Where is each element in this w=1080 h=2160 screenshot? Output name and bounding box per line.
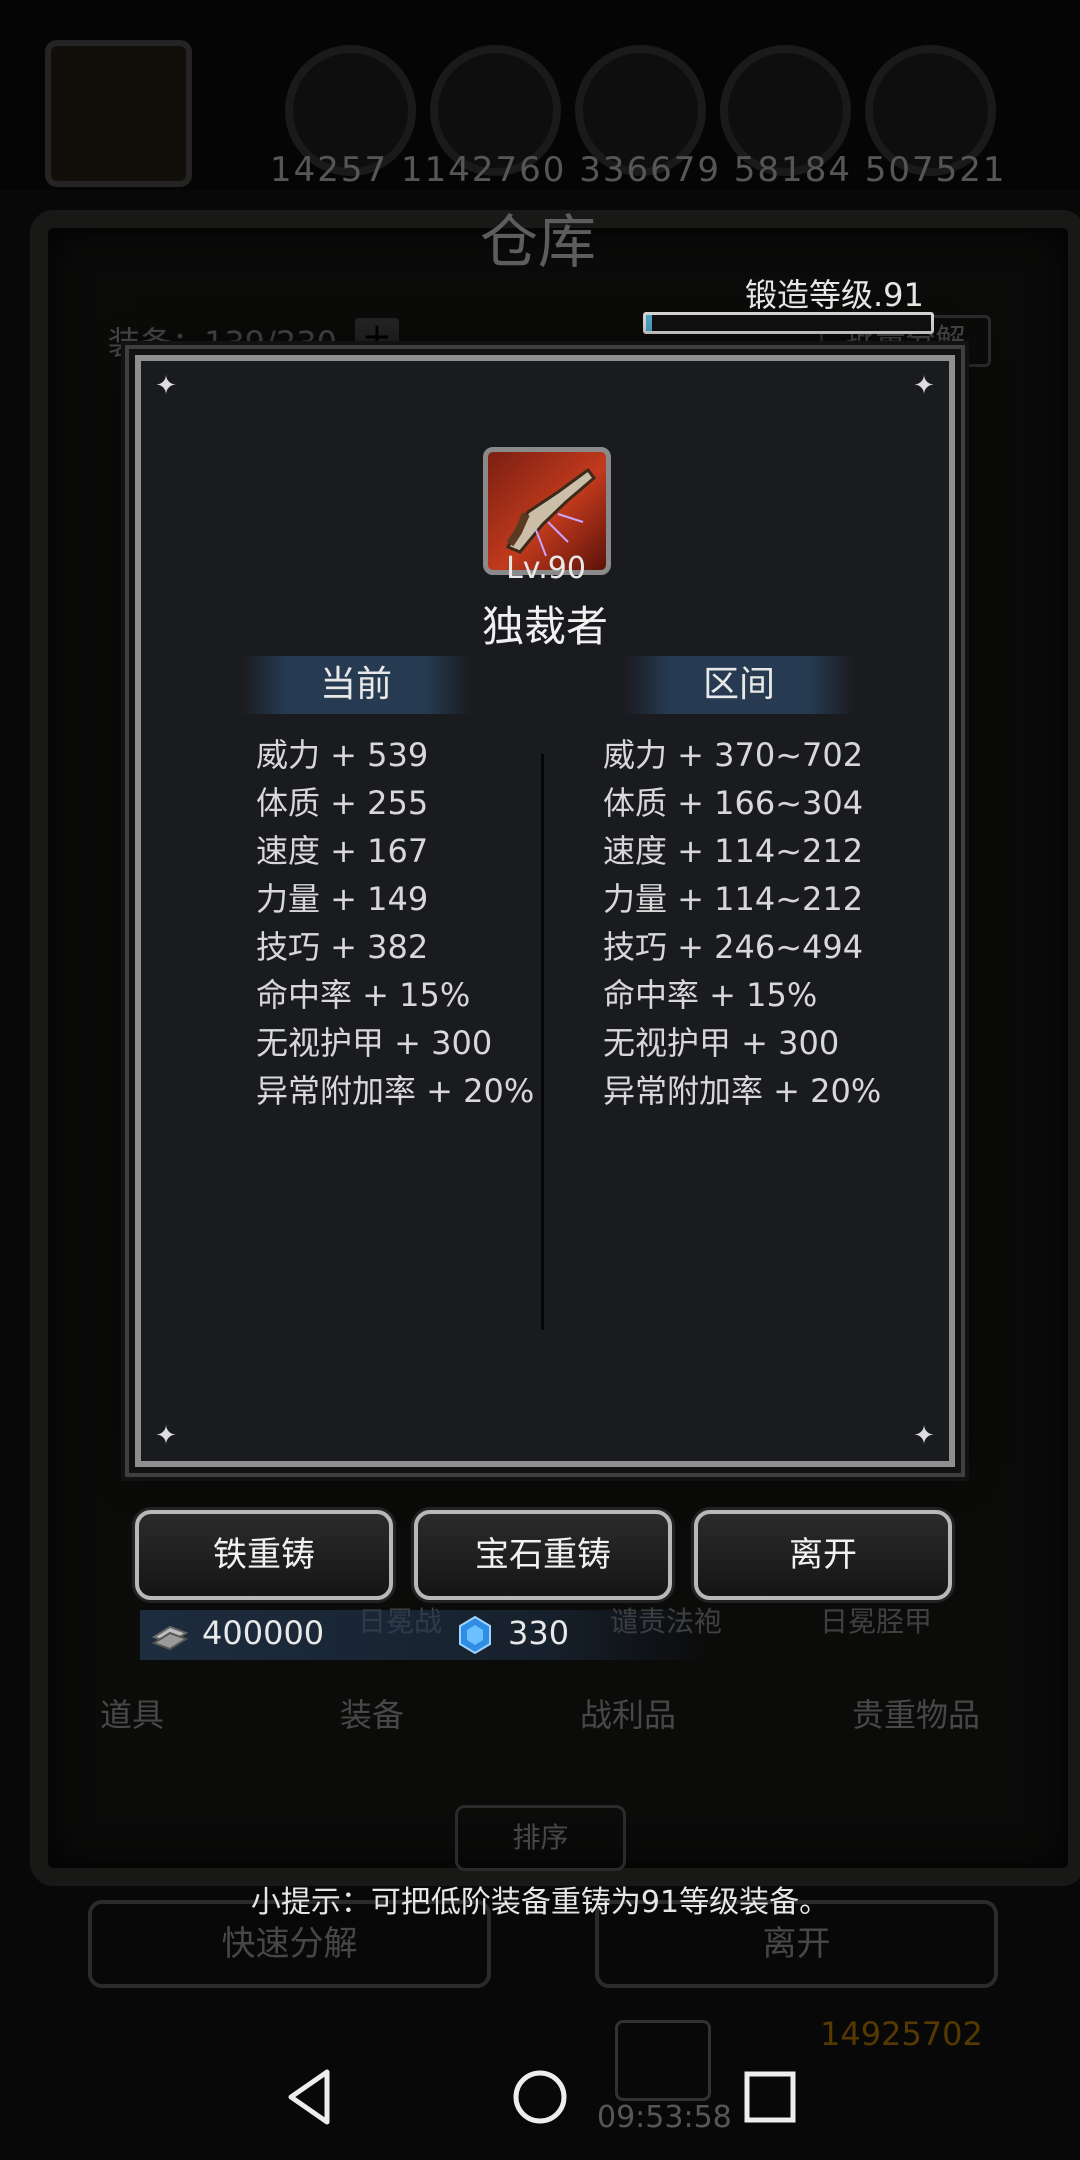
corner-star-icon: ✦	[155, 1421, 177, 1451]
stat-row: 技巧 + 382	[256, 928, 429, 966]
warehouse-tabs: 道具 装备 战利品 贵重物品	[100, 1690, 980, 1736]
stat-row: 技巧 + 246~494	[603, 928, 864, 966]
range-stats-header: 区间	[624, 656, 854, 714]
current-stats-list: 威力 + 539 体质 + 255 速度 + 167 力量 + 149 技巧 +…	[256, 731, 534, 1115]
android-nav-bar	[0, 2040, 1080, 2160]
item-name: 独裁者	[481, 602, 608, 651]
recast-dialog: ✦ ✦ ✦ ✦ Lv.90 独裁者 当前 区间 威力 + 539 体质 + 25…	[125, 345, 965, 1477]
recent-apps-icon[interactable]	[735, 2062, 805, 2132]
sort-button[interactable]: 排序	[455, 1805, 626, 1871]
corner-star-icon: ✦	[913, 371, 935, 401]
stat-numbers: 14257 1142760 336679 58184 507521	[270, 150, 1007, 190]
tab-loot[interactable]: 战利品	[580, 1690, 676, 1736]
stat-row: 命中率 + 15%	[603, 976, 818, 1014]
item-label: 日冕胫甲	[820, 1605, 933, 1638]
tab-equipment[interactable]: 装备	[340, 1690, 404, 1736]
current-stats-header: 当前	[241, 656, 471, 714]
stat-row: 体质 + 255	[256, 784, 429, 822]
stat-row: 速度 + 114~212	[603, 832, 864, 870]
stat-row: 力量 + 114~212	[603, 880, 864, 918]
gem-icon	[459, 1615, 491, 1655]
gem-amount: 330	[508, 1614, 570, 1652]
stat-row: 威力 + 539	[256, 736, 429, 774]
tab-valuables[interactable]: 贵重物品	[852, 1690, 980, 1736]
forge-level-label: 锻造等级.91	[745, 276, 924, 314]
iron-recast-button[interactable]: 铁重铸	[135, 1510, 393, 1600]
player-avatar[interactable]	[45, 40, 192, 187]
back-icon[interactable]	[275, 2062, 345, 2132]
home-icon[interactable]	[505, 2062, 575, 2132]
iron-ingot-icon	[151, 1625, 189, 1651]
tab-items[interactable]: 道具	[100, 1690, 164, 1736]
stat-row: 命中率 + 15%	[256, 976, 471, 1014]
stat-row: 无视护甲 + 300	[603, 1024, 840, 1062]
stat-row: 速度 + 167	[256, 832, 429, 870]
iron-amount: 400000	[202, 1614, 325, 1652]
item-level: Lv.90	[506, 551, 586, 586]
forge-progress-fill	[646, 315, 652, 331]
stat-row: 力量 + 149	[256, 880, 429, 918]
stat-row: 体质 + 166~304	[603, 784, 864, 822]
stat-row: 无视护甲 + 300	[256, 1024, 493, 1062]
stat-row: 异常附加率 + 20%	[256, 1072, 535, 1110]
stat-row: 威力 + 370~702	[603, 736, 864, 774]
range-stats-list: 威力 + 370~702 体质 + 166~304 速度 + 114~212 力…	[603, 731, 881, 1115]
leave-button[interactable]: 离开	[694, 1510, 952, 1600]
page-title: 仓库	[480, 208, 597, 276]
corner-star-icon: ✦	[913, 1421, 935, 1451]
forge-progress-bar	[643, 312, 934, 334]
column-divider	[541, 754, 544, 1330]
hint-text: 小提示：可把低阶装备重铸为91等级装备。	[250, 1885, 830, 1920]
corner-star-icon: ✦	[155, 371, 177, 401]
expand-capacity-button[interactable]: +	[355, 318, 399, 356]
gem-recast-button[interactable]: 宝石重铸	[414, 1510, 672, 1600]
stat-row: 异常附加率 + 20%	[603, 1072, 882, 1110]
